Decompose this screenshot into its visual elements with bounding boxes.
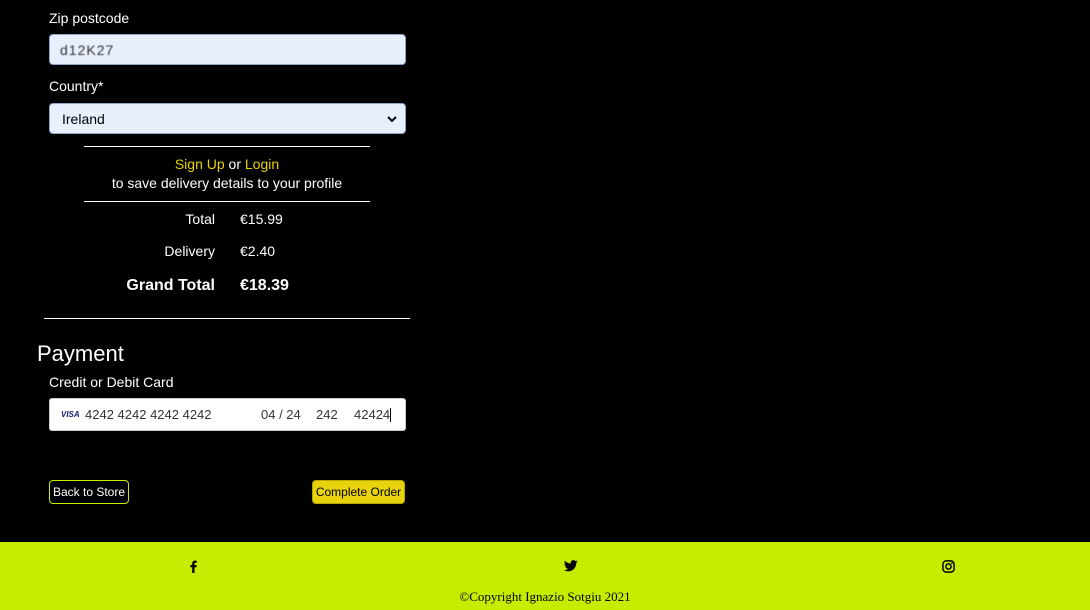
zip-value: d12K27: [60, 41, 115, 58]
delivery-label: Delivery: [164, 243, 215, 259]
card-zip-value: 42424: [354, 406, 391, 422]
visa-icon: VISA: [61, 410, 80, 419]
country-value: Ireland: [62, 110, 105, 127]
complete-order-button[interactable]: Complete Order: [312, 480, 405, 504]
divider: [44, 318, 410, 319]
instagram-icon[interactable]: [942, 560, 955, 573]
zip-label: Zip postcode: [49, 10, 130, 26]
card-label: Credit or Debit Card: [49, 374, 174, 390]
country-label: Country*: [49, 78, 104, 94]
copyright-text: ©Copyright Ignazio Sotgiu 2021: [459, 589, 631, 604]
total-label: Total: [185, 211, 215, 227]
card-expiry[interactable]: 04 / 24: [261, 407, 316, 422]
chevron-down-icon: [387, 115, 397, 123]
login-link[interactable]: Login: [245, 156, 279, 172]
text-cursor: [390, 408, 392, 423]
total-value: €15.99: [240, 211, 283, 227]
auth-message: to save delivery details to your profile: [111, 175, 343, 191]
delivery-value: €2.40: [240, 243, 276, 259]
card-cvc[interactable]: 242: [316, 407, 354, 422]
twitter-icon[interactable]: [564, 560, 578, 572]
divider: [84, 201, 370, 202]
back-to-store-button[interactable]: Back to Store: [49, 480, 129, 504]
divider: [84, 146, 370, 147]
grand-total-value: €18.39: [240, 277, 289, 294]
facebook-icon[interactable]: [188, 560, 198, 573]
footer: ©Copyright Ignazio Sotgiu 2021: [0, 542, 1090, 610]
or-text: or: [228, 156, 241, 172]
payment-heading: Payment: [37, 341, 124, 366]
card-input[interactable]: VISA 4242 4242 4242 4242 04 / 24 242 424…: [49, 398, 406, 431]
card-number[interactable]: 4242 4242 4242 4242: [85, 407, 261, 422]
grand-total-label: Grand Total: [126, 277, 215, 294]
signup-link[interactable]: Sign Up: [175, 156, 225, 172]
card-zip[interactable]: 42424: [354, 406, 392, 423]
auth-prompt: Sign Up or Login: [84, 156, 370, 172]
country-select[interactable]: Ireland: [49, 103, 406, 134]
zip-input[interactable]: d12K27: [49, 34, 406, 65]
